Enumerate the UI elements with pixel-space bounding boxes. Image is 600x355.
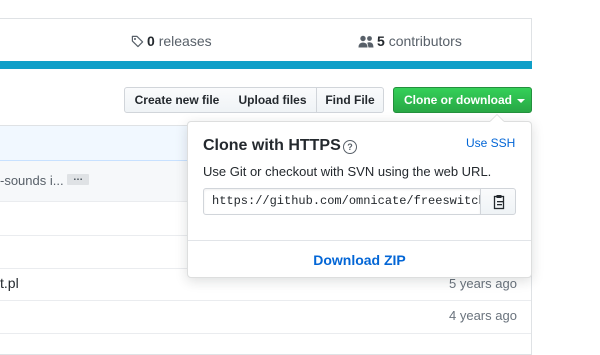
file-age: 4 years ago — [449, 308, 517, 323]
download-zip-link[interactable]: Download ZIP — [188, 252, 531, 268]
releases-link[interactable]: 0 releases — [131, 33, 212, 49]
popover-arrow-inner — [490, 115, 504, 122]
copy-to-clipboard-button[interactable] — [480, 188, 516, 215]
contributors-label: contributors — [388, 33, 462, 49]
find-file-button[interactable]: Find File — [316, 87, 384, 113]
releases-label: releases — [158, 33, 212, 49]
contributors-count: 5 — [377, 33, 385, 49]
file-row[interactable] — [0, 333, 531, 343]
clone-or-download-button[interactable]: Clone or download — [393, 87, 532, 113]
clone-or-download-label: Clone or download — [404, 93, 512, 107]
use-ssh-link[interactable]: Use SSH — [466, 136, 515, 150]
clone-popover-title: Clone with HTTPS — [203, 137, 341, 154]
question-icon[interactable]: ? — [343, 140, 357, 154]
contributors-link[interactable]: 5 contributors — [358, 33, 462, 49]
caret-down-icon — [517, 98, 525, 103]
language-bar[interactable] — [0, 61, 532, 69]
clipboard-icon — [492, 194, 506, 215]
commit-message-text[interactable]: -sounds i... — [0, 173, 64, 188]
clone-url-input[interactable]: https://github.com/omnicate/freeswitch.g… — [203, 188, 481, 215]
clone-description: Use Git or checkout with SVN using the w… — [203, 164, 492, 179]
upload-files-button[interactable]: Upload files — [229, 87, 317, 113]
file-age: 5 years ago — [449, 276, 517, 291]
file-name[interactable]: t.pl — [0, 275, 19, 291]
expand-commit-button[interactable]: … — [67, 173, 89, 185]
people-icon — [358, 35, 374, 51]
releases-count: 0 — [147, 33, 155, 49]
create-new-file-button[interactable]: Create new file — [124, 87, 230, 113]
popover-divider — [188, 240, 531, 241]
tag-icon — [131, 35, 144, 51]
